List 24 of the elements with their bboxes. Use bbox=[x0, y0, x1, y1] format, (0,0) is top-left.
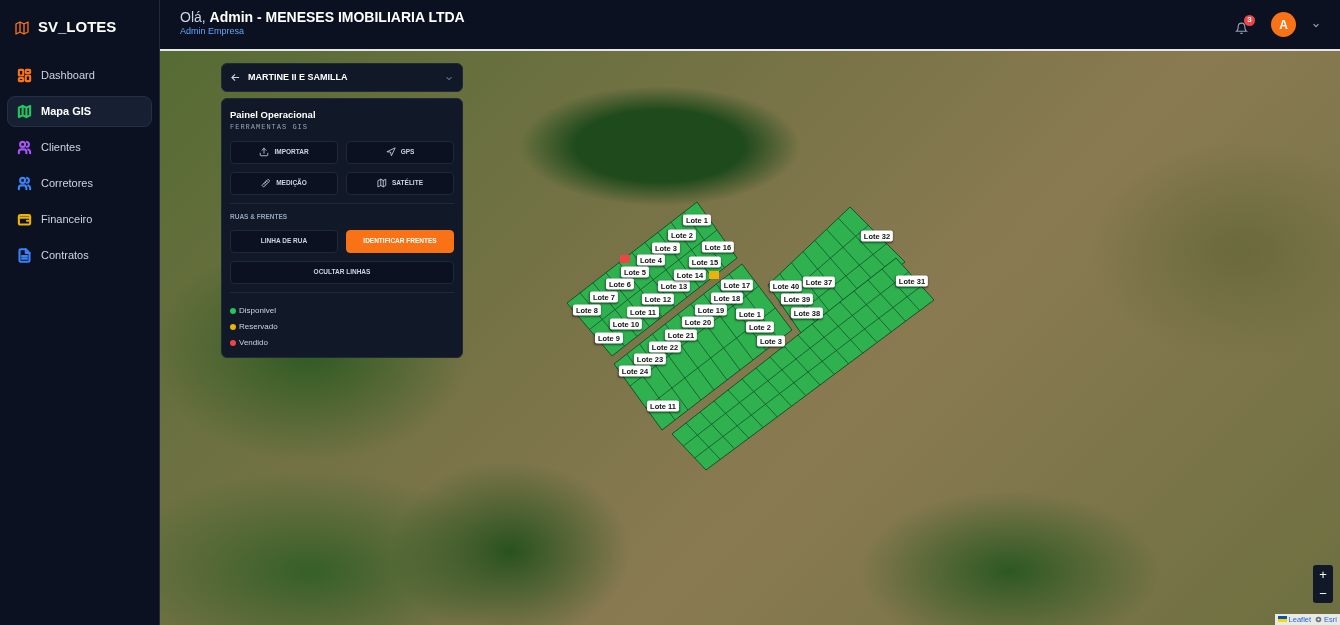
sidebar-item[interactable]: Clientes bbox=[7, 132, 152, 163]
panel-title: Painel Operacional bbox=[230, 108, 317, 122]
project-title: MARTINE II E SAMILLA bbox=[248, 70, 349, 84]
legend-label: Disponivel bbox=[239, 304, 276, 317]
flag-icon bbox=[1277, 616, 1287, 623]
map-icon bbox=[14, 20, 30, 37]
upload-icon bbox=[259, 147, 270, 158]
legend-label: Reservado bbox=[239, 320, 278, 333]
greeting-text: Olá, Admin - MENESES IMOBILIARIA LTDA bbox=[180, 10, 465, 26]
navigation-arrow-icon bbox=[385, 147, 396, 158]
notification-count: 3 bbox=[1244, 14, 1255, 26]
sidebar-item[interactable]: Dashboard bbox=[7, 60, 152, 91]
ruler-icon bbox=[261, 178, 272, 189]
map-icon bbox=[377, 178, 388, 189]
sidebar-item[interactable]: Mapa GIS bbox=[7, 96, 152, 127]
zoom-out-button[interactable]: − bbox=[1313, 584, 1333, 603]
app-title: SV_LOTES bbox=[38, 17, 117, 38]
legend-label: Vendido bbox=[239, 336, 268, 349]
back-arrow-icon[interactable] bbox=[231, 73, 240, 82]
sidebar-item[interactable]: Contratos bbox=[7, 240, 152, 271]
zoom-in-button[interactable]: + bbox=[1313, 565, 1333, 584]
sidebar-item[interactable]: Financeiro bbox=[7, 204, 152, 235]
sidebar-item[interactable]: Corretores bbox=[7, 168, 152, 199]
user-role: Admin Empresa bbox=[180, 25, 246, 39]
